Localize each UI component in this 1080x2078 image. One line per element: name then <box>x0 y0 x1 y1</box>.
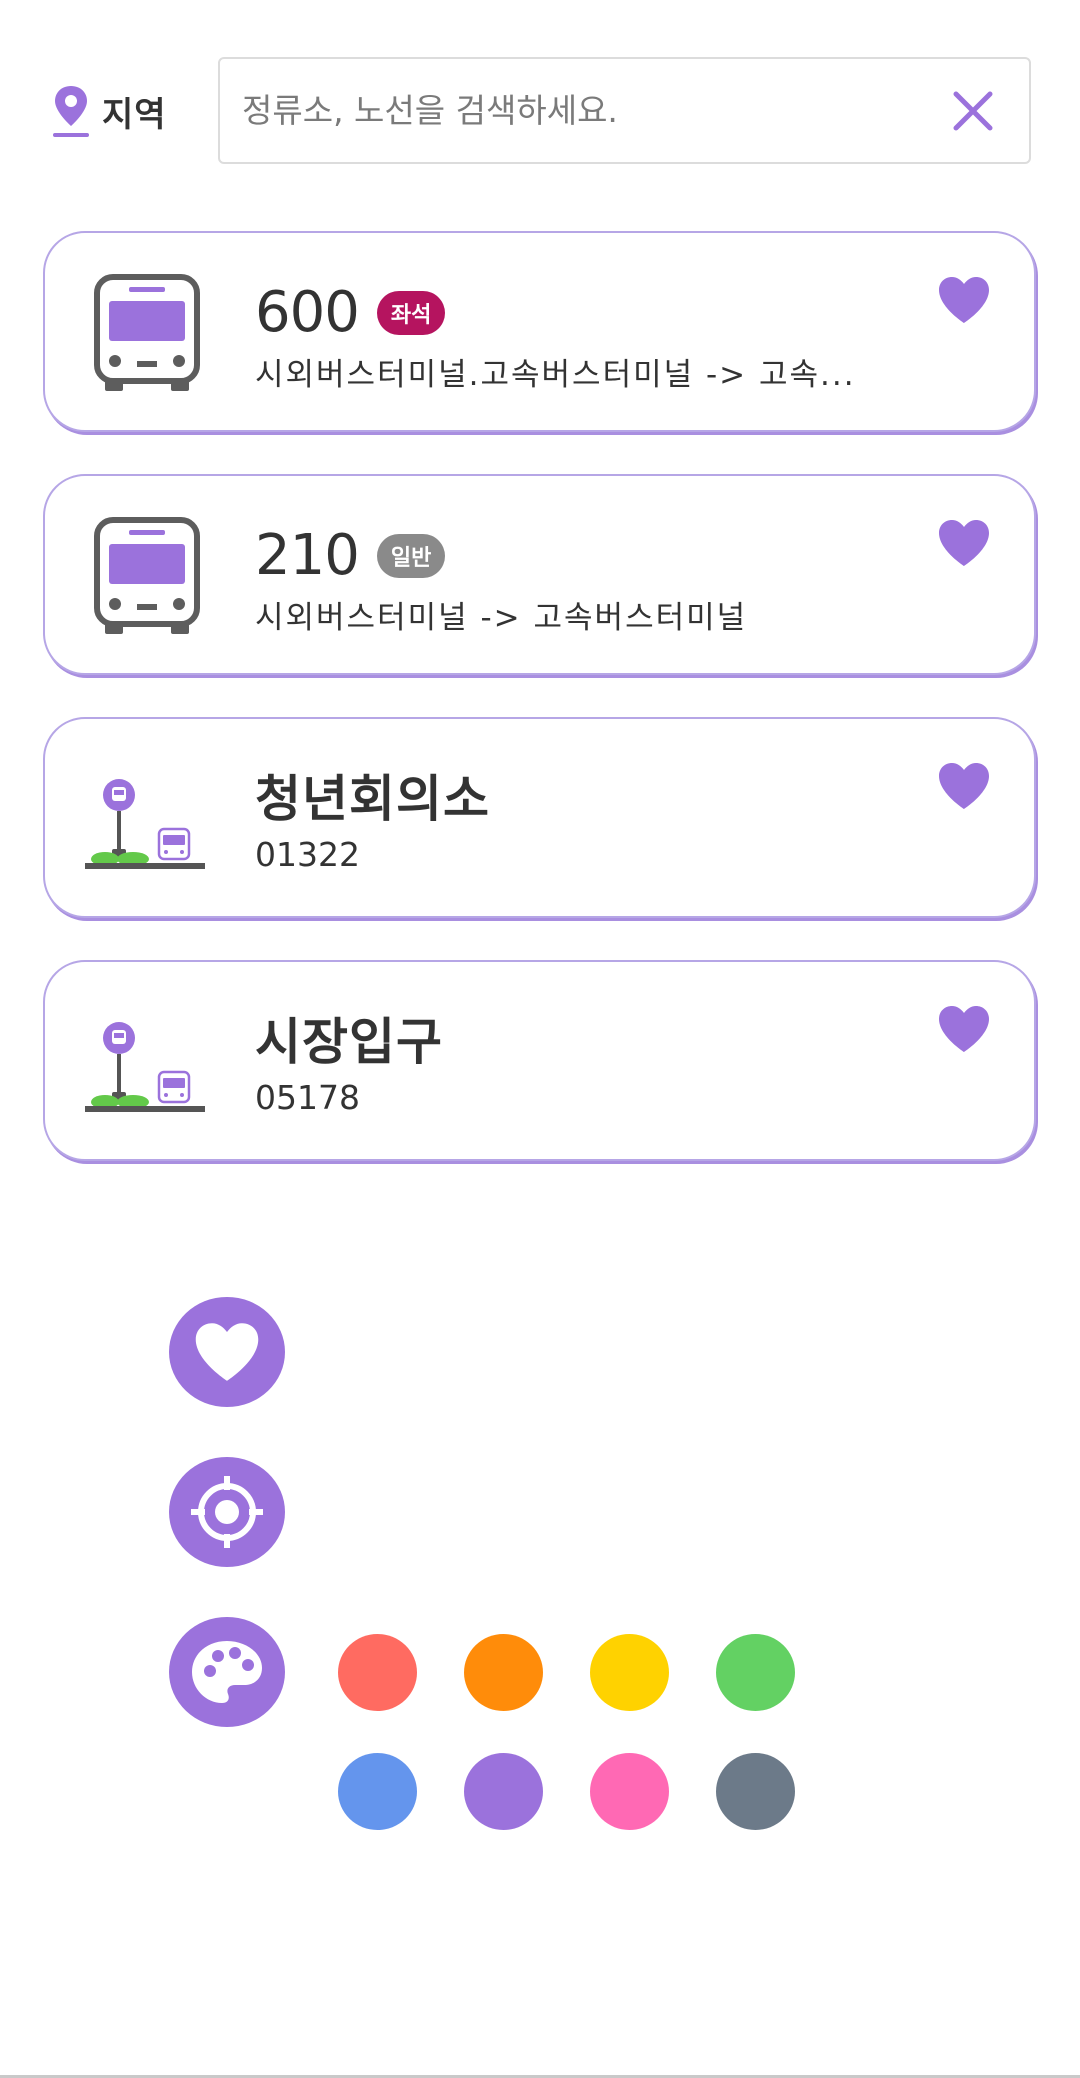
route-number: 210 <box>255 523 360 588</box>
route-description: 시외버스터미널 -> 고속버스터미널 <box>255 600 748 636</box>
route-type-badge: 일반 <box>376 534 446 578</box>
location-pin-icon <box>53 86 89 137</box>
route-type-badge: 좌석 <box>376 291 446 335</box>
bus-stop-icon <box>85 779 205 869</box>
stop-card[interactable]: 청년회의소 01322 <box>43 717 1036 918</box>
color-swatch-gray[interactable] <box>716 1753 795 1830</box>
favorites-screen: 지역 600 좌석 시외버스터미널.고속버스터미널 -> 고속... <box>0 0 1080 2078</box>
stop-title-row: 시장입구 <box>255 1010 443 1074</box>
my-location-fab[interactable] <box>169 1457 285 1567</box>
favorites-fab[interactable] <box>169 1297 285 1407</box>
color-swatch-green[interactable] <box>716 1634 795 1711</box>
stop-id: 05178 <box>255 1078 360 1117</box>
heart-icon[interactable] <box>936 518 992 568</box>
color-swatch-blue[interactable] <box>338 1753 417 1830</box>
route-title-row: 210 일반 <box>255 523 446 588</box>
region-selector[interactable]: 지역 <box>52 84 167 138</box>
search-box <box>218 57 1031 164</box>
stop-id: 01322 <box>255 835 360 874</box>
search-input[interactable] <box>242 91 943 130</box>
route-title-row: 600 좌석 <box>255 280 446 345</box>
heart-icon[interactable] <box>936 761 992 811</box>
color-swatch-orange[interactable] <box>464 1634 543 1711</box>
clear-search-button[interactable] <box>943 81 1003 141</box>
stop-title-row: 청년회의소 <box>255 767 490 831</box>
bus-icon <box>94 274 200 391</box>
color-swatch-purple[interactable] <box>464 1753 543 1830</box>
stop-card[interactable]: 시장입구 05178 <box>43 960 1036 1161</box>
bus-stop-icon <box>85 1022 205 1112</box>
route-description: 시외버스터미널.고속버스터미널 -> 고속... <box>255 357 856 393</box>
stop-name: 시장입구 <box>255 1013 443 1071</box>
color-swatch-yellow[interactable] <box>590 1634 669 1711</box>
crosshair-icon <box>191 1476 263 1548</box>
bus-icon <box>94 517 200 634</box>
close-icon <box>953 91 993 130</box>
palette-icon <box>192 1641 262 1703</box>
color-swatch-red[interactable] <box>338 1634 417 1711</box>
region-label: 지역 <box>102 94 167 135</box>
heart-icon[interactable] <box>936 1004 992 1054</box>
color-swatch-pink[interactable] <box>590 1753 669 1830</box>
heart-icon <box>195 1323 259 1381</box>
heart-icon[interactable] <box>936 275 992 325</box>
stop-name: 청년회의소 <box>255 770 490 828</box>
route-card[interactable]: 600 좌석 시외버스터미널.고속버스터미널 -> 고속... <box>43 231 1036 432</box>
route-card[interactable]: 210 일반 시외버스터미널 -> 고속버스터미널 <box>43 474 1036 675</box>
route-number: 600 <box>255 280 360 345</box>
theme-palette-fab[interactable] <box>169 1617 285 1727</box>
